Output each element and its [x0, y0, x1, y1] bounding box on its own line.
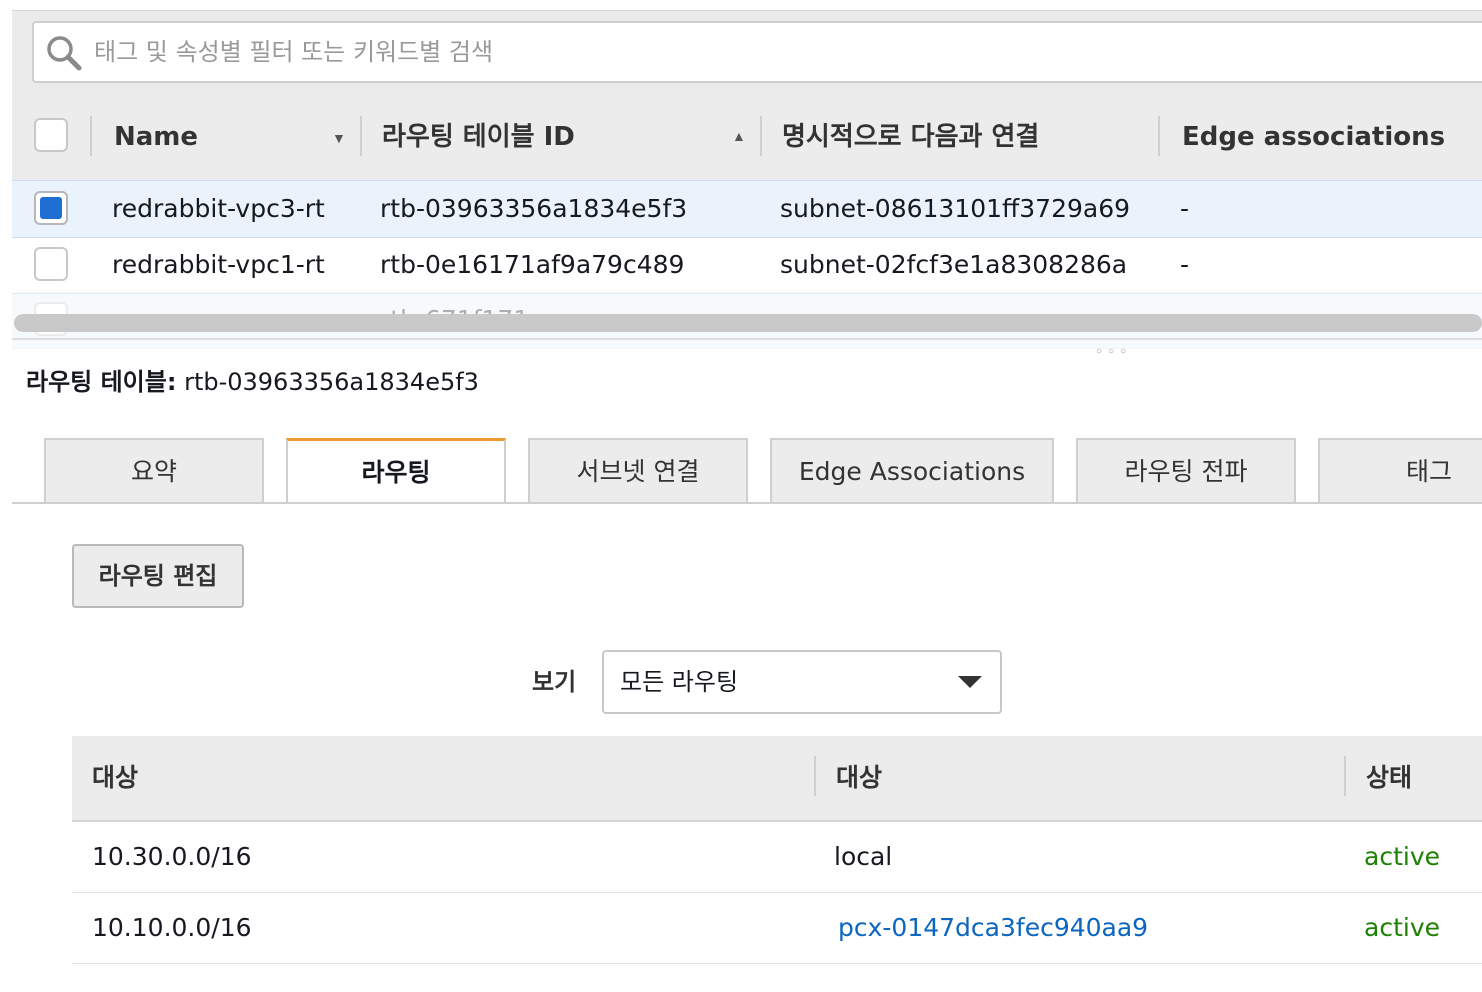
- detail-title-label: 라우팅 테이블:: [26, 368, 177, 396]
- tab-tags-label: 태그: [1405, 457, 1452, 486]
- route-row: 10.30.0.0/16 local active: [72, 822, 1482, 893]
- route-target-link[interactable]: pcx-0147dca3fec940aa9: [838, 893, 1148, 963]
- view-select[interactable]: 모든 라우팅: [602, 650, 1002, 714]
- detail-title: 라우팅 테이블: rtb-03963356a1834e5f3: [26, 362, 479, 402]
- table-row[interactable]: redrabbit-vpc3-rt rtb-03963356a1834e5f3 …: [12, 180, 1482, 238]
- divider: [12, 338, 1482, 340]
- tab-routes[interactable]: 라우팅: [286, 438, 506, 504]
- table-row[interactable]: redrabbit-vpc1-rt rtb-0e16171af9a79c489 …: [12, 237, 1482, 294]
- edge-association: -: [1180, 194, 1190, 223]
- horizontal-scrollbar[interactable]: [14, 314, 1482, 332]
- tab-tags[interactable]: 태그: [1318, 438, 1482, 502]
- route-table-list-header: Name ▼ 라우팅 테이블 ID ▲ 명시적으로 다음과 연결 Edge as…: [12, 94, 1482, 181]
- column-header-status[interactable]: 상태: [1366, 736, 1412, 820]
- column-header-edge-associations[interactable]: Edge associations: [1182, 94, 1445, 180]
- tab-bar-divider: [12, 502, 1482, 504]
- tab-summary[interactable]: 요약: [44, 438, 264, 502]
- routes-table-header: 대상 대상 상태: [72, 736, 1482, 822]
- sort-ascending-icon[interactable]: ▲: [732, 128, 746, 144]
- column-divider: [1158, 116, 1160, 156]
- resize-handle-icon[interactable]: ○○○: [1096, 346, 1132, 357]
- search-bar: [12, 10, 1482, 95]
- column-divider: [90, 116, 92, 156]
- route-row: 10.10.0.0/16 pcx-0147dca3fec940aa9 activ…: [72, 893, 1482, 964]
- route-status: active: [1364, 842, 1440, 871]
- route-destination: 10.30.0.0/16: [92, 842, 252, 871]
- route-table-name: redrabbit-vpc1-rt: [112, 250, 325, 279]
- search-box[interactable]: [32, 21, 1482, 83]
- select-all-checkbox[interactable]: [34, 118, 68, 152]
- chevron-down-icon[interactable]: ▼: [332, 130, 346, 146]
- view-label: 보기: [532, 668, 577, 696]
- caret-down-icon: [958, 676, 982, 688]
- tab-route-propagation[interactable]: 라우팅 전파: [1076, 438, 1296, 502]
- route-target: local: [834, 842, 893, 871]
- edge-association: -: [1180, 250, 1190, 279]
- detail-title-value: rtb-03963356a1834e5f3: [184, 368, 479, 396]
- route-destination: 10.10.0.0/16: [92, 913, 252, 942]
- column-header-name[interactable]: Name: [114, 94, 198, 180]
- row-checkbox[interactable]: [34, 191, 68, 225]
- column-divider: [1344, 756, 1346, 796]
- column-divider: [814, 756, 816, 796]
- column-header-destination[interactable]: 대상: [92, 736, 138, 820]
- column-divider: [760, 116, 762, 156]
- route-table-name: redrabbit-vpc3-rt: [112, 194, 325, 223]
- tab-edge-associations[interactable]: Edge Associations: [770, 438, 1054, 502]
- row-checkbox[interactable]: [34, 247, 68, 281]
- tab-subnet-associations[interactable]: 서브넷 연결: [528, 438, 748, 502]
- route-status: active: [1364, 913, 1440, 942]
- view-select-value: 모든 라우팅: [620, 668, 739, 696]
- column-header-route-table-id[interactable]: 라우팅 테이블 ID: [382, 94, 575, 180]
- column-header-explicit-association[interactable]: 명시적으로 다음과 연결: [782, 94, 1039, 180]
- route-table-id: rtb-0e16171af9a79c489: [380, 250, 685, 279]
- search-icon: [47, 36, 82, 71]
- column-header-target[interactable]: 대상: [836, 736, 882, 820]
- search-input[interactable]: [92, 31, 1476, 73]
- route-table-id: rtb-03963356a1834e5f3: [380, 194, 688, 223]
- column-divider: [360, 116, 362, 156]
- explicit-association: subnet-02fcf3e1a8308286a: [780, 250, 1128, 279]
- edit-routes-button[interactable]: 라우팅 편집: [72, 544, 244, 608]
- explicit-association: subnet-08613101ff3729a69: [780, 194, 1131, 223]
